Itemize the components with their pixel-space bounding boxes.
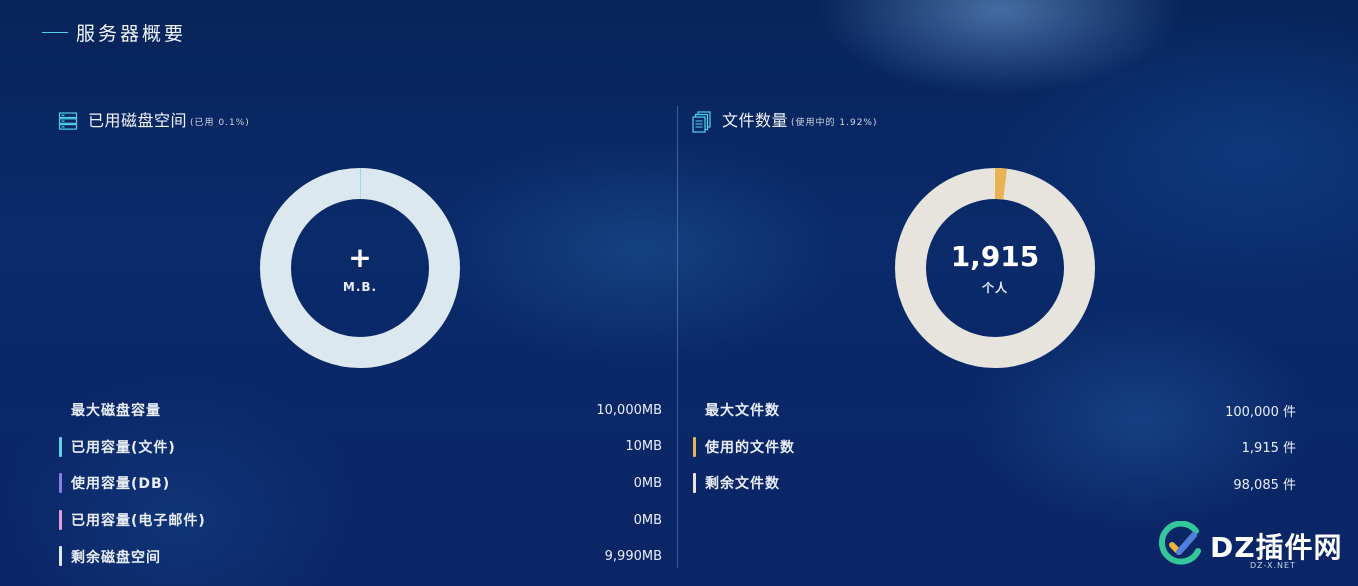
disk-row-max: 最大磁盘容量 10,000MB xyxy=(58,392,664,429)
row-label: 最大磁盘容量 xyxy=(71,403,161,420)
watermark-text: DZ插件网 xyxy=(1210,531,1343,564)
legend-color-bar xyxy=(59,436,62,457)
row-value: 100,000 件 xyxy=(1225,404,1296,420)
row-value: 10MB xyxy=(625,439,662,455)
row-label: 已用容量(电子邮件) xyxy=(71,513,206,530)
row-label: 剩余磁盘空间 xyxy=(71,549,161,566)
row-value: 0MB xyxy=(633,512,662,528)
row-label: 已用容量(文件) xyxy=(71,439,176,456)
row-label: 剩余文件数 xyxy=(705,476,780,493)
watermark-logo: DZ插件网 DZ-X.NET xyxy=(1158,520,1348,572)
files-subtitle: (使用中的 1.92%) xyxy=(791,118,878,128)
row-value: 1,915 件 xyxy=(1241,441,1296,457)
files-title: 文件数量 xyxy=(722,111,789,130)
row-value: 9,990MB xyxy=(604,549,662,565)
legend-color-bar xyxy=(693,473,696,494)
row-label: 最大文件数 xyxy=(705,403,780,420)
disk-title: 已用磁盘空间 xyxy=(88,111,188,130)
row-value: 0MB xyxy=(633,475,662,491)
disk-row-used-email: 已用容量(电子邮件) 0MB xyxy=(58,502,664,539)
disk-subtitle: (已用 0.1%) xyxy=(190,118,250,128)
panel-divider xyxy=(677,106,678,568)
disk-center-unit: M.B. xyxy=(342,280,378,294)
file-count-panel: 文件数量 (使用中的 1.92%) 1,915 个人 最大文件数 100,000… xyxy=(692,105,1298,570)
server-storage-icon xyxy=(58,111,78,131)
section-header: 服务器概要 xyxy=(42,18,186,46)
disk-center-value: + xyxy=(348,241,372,274)
disk-panel-title: 已用磁盘空间 (已用 0.1%) xyxy=(58,105,664,131)
files-center-unit: 个人 xyxy=(981,280,1008,295)
disk-legend-list: 最大磁盘容量 10,000MB 已用容量(文件) 10MB 使用容量(DB) 0… xyxy=(58,392,664,575)
legend-color-bar xyxy=(59,509,62,530)
disk-donut-center: + M.B. xyxy=(260,168,460,368)
row-label: 使用的文件数 xyxy=(705,439,795,456)
files-row-max: 最大文件数 100,000 件 xyxy=(692,392,1298,429)
disk-row-used-db: 使用容量(DB) 0MB xyxy=(58,465,664,502)
files-row-used: 使用的文件数 1,915 件 xyxy=(692,429,1298,466)
disk-row-remaining: 剩余磁盘空间 9,990MB xyxy=(58,538,664,575)
files-legend-list: 最大文件数 100,000 件 使用的文件数 1,915 件 剩余文件数 98,… xyxy=(692,392,1298,502)
row-value: 98,085 件 xyxy=(1233,477,1296,493)
header-line-decoration xyxy=(42,31,68,33)
files-donut-chart: 1,915 个人 xyxy=(895,168,1095,368)
watermark-subtext: DZ-X.NET xyxy=(1250,561,1296,570)
files-panel-title: 文件数量 (使用中的 1.92%) xyxy=(692,105,1298,133)
files-donut-center: 1,915 个人 xyxy=(895,168,1095,368)
row-label: 使用容量(DB) xyxy=(71,476,171,493)
legend-color-bar xyxy=(693,436,696,457)
page-title: 服务器概要 xyxy=(76,22,187,45)
legend-color-bar xyxy=(59,546,62,567)
row-value: 10,000MB xyxy=(596,402,662,418)
disk-usage-panel: 已用磁盘空间 (已用 0.1%) + M.B. 最大磁盘容量 10,000MB … xyxy=(58,105,664,570)
legend-color-bar xyxy=(59,473,62,494)
disk-donut-chart: + M.B. xyxy=(260,168,460,368)
watermark-check-icon xyxy=(1158,520,1204,571)
disk-row-used-files: 已用容量(文件) 10MB xyxy=(58,429,664,466)
documents-icon xyxy=(692,111,712,133)
files-row-remaining: 剩余文件数 98,085 件 xyxy=(692,465,1298,502)
files-center-value: 1,915 xyxy=(950,239,1040,273)
